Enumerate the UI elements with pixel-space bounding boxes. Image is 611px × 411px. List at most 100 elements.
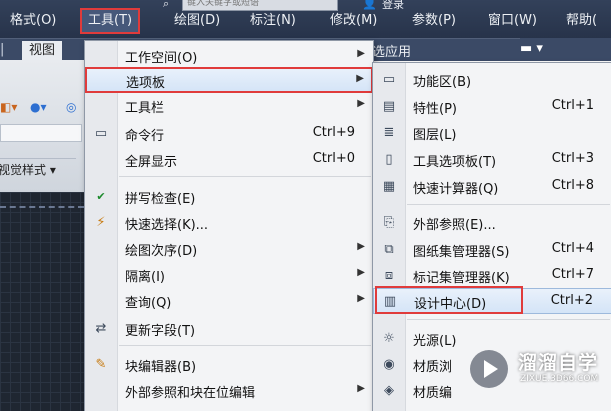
materials-editor-icon: ◈ (384, 383, 394, 398)
ribbon-toggle-icon[interactable]: ▬ ▾ (520, 41, 543, 56)
submenu-arrow-icon: ▶ (357, 241, 365, 252)
menu-item-isolate[interactable]: 隔离(I) ▶ (85, 262, 373, 288)
menu-item-label: 块编辑器(B) (125, 360, 197, 375)
menu-help[interactable]: 帮助( (566, 10, 597, 32)
ribbon-tabs-right: ▬ ▾ (520, 38, 611, 60)
menu-format[interactable]: 格式(O) (10, 10, 56, 32)
orbit-icon[interactable]: ◧▾ (0, 100, 17, 114)
menu-item-label: 选项板 (126, 76, 166, 91)
menu-item-label: 外部参照和块在位编辑 (125, 386, 256, 401)
menu-item-label: 隔离(I) (125, 270, 165, 285)
ribbon-icon: ▭ (382, 72, 396, 87)
ribbon-input-field[interactable] (0, 124, 82, 142)
menu-item-label: 图纸集管理器(S) (413, 245, 510, 260)
update-field-icon: ⇄ (95, 321, 107, 336)
menu-dimension[interactable]: 标注(N) (250, 10, 296, 32)
app-window: ⌕ 键入关键字或短语 👤 登录 格式(O) 工具(T) 绘图(D) 标注(N) … (0, 0, 611, 411)
menu-item-properties[interactable]: ▤ 特性(P) Ctrl+1 (373, 94, 611, 120)
materials-browser-icon: ◉ (383, 357, 395, 372)
submenu-arrow-icon: ▶ (357, 293, 365, 304)
watermark-brand: 溜溜自学 (518, 352, 599, 374)
menu-item-shortcut: Ctrl+3 (551, 151, 594, 166)
properties-icon: ▤ (382, 99, 396, 114)
menu-item-update-fields[interactable]: ⇄ 更新字段(T) (85, 316, 373, 342)
tab-view[interactable]: 视图 (22, 41, 63, 61)
menu-item-label: 材质编 (413, 386, 453, 401)
login-link[interactable]: 登录 (382, 0, 404, 12)
menu-item-tool-palettes[interactable]: ▯ 工具选项板(T) Ctrl+3 (373, 147, 611, 173)
user-icon[interactable]: 👤 (362, 0, 377, 10)
menu-item-shortcut: Ctrl+8 (551, 178, 594, 193)
menu-item-draw-order[interactable]: 绘图次序(D) ▶ (85, 236, 373, 262)
block-editor-icon: ✎ (95, 357, 107, 372)
menu-item-layers[interactable]: ≣ 图层(L) (373, 120, 611, 146)
markup-set-icon: ⧈ (384, 268, 394, 283)
submenu-arrow-icon: ▶ (357, 267, 365, 278)
menu-item-label: 快速计算器(Q) (413, 182, 499, 197)
menu-item-ribbon[interactable]: ▭ 功能区(B) (373, 67, 611, 93)
menu-item-shortcut: Ctrl+7 (551, 267, 594, 282)
submenu-arrow-icon: ▶ (357, 383, 365, 394)
menu-draw[interactable]: 绘图(D) (174, 10, 220, 32)
layers-icon: ≣ (383, 125, 395, 140)
menu-item-inquiry[interactable]: 查询(Q) ▶ (85, 288, 373, 314)
menu-item-clean-screen[interactable]: 全屏显示 Ctrl+0 (85, 147, 373, 173)
tools-menu: 工作空间(O) ▶ 选项板 ▶ 工具栏 ▶ ▭ 命令行 Ctrl+9 全屏显示 … (84, 40, 374, 411)
menu-separator (119, 345, 371, 346)
menu-item-toolbars[interactable]: 工具栏 ▶ (85, 93, 373, 119)
menubar: ⌕ 键入关键字或短语 👤 登录 格式(O) 工具(T) 绘图(D) 标注(N) … (0, 0, 611, 38)
menu-modify[interactable]: 修改(M) (330, 10, 377, 32)
menu-parametric[interactable]: 参数(P) (412, 10, 456, 32)
menu-item-block-editor[interactable]: ✎ 块编辑器(B) (85, 352, 373, 378)
menu-item-label: 命令行 (125, 129, 165, 144)
submenu-arrow-icon: ▶ (356, 73, 364, 84)
menu-item-label: 特性(P) (413, 102, 457, 117)
tab-featured-apps[interactable]: 选应用 (372, 41, 411, 60)
menu-item-shortcut: Ctrl+4 (551, 241, 594, 256)
visual-style-label[interactable]: 视觉样式 ▾ (0, 158, 76, 181)
menu-item-xref-inplace-edit[interactable]: 外部参照和块在位编辑 ▶ (85, 378, 373, 404)
quick-select-icon: ⚡ (96, 215, 106, 230)
command-line-icon: ▭ (94, 126, 108, 141)
calculator-icon: ▦ (382, 179, 396, 194)
menu-item-palettes[interactable]: 选项板 ▶ (85, 67, 373, 93)
menu-item-label: 更新字段(T) (125, 324, 196, 339)
watermark-url: ZIXUE.3D66.COM (520, 374, 599, 384)
menu-item-sheet-set-manager[interactable]: ⧉ 图纸集管理器(S) Ctrl+4 (373, 237, 611, 263)
menu-window[interactable]: 窗口(W) (488, 10, 537, 32)
menu-item-label: 工作空间(O) (125, 51, 198, 66)
submenu-arrow-icon: ▶ (357, 48, 365, 59)
menu-item-shortcut: Ctrl+2 (550, 293, 593, 308)
menu-item-shortcut: Ctrl+9 (312, 125, 355, 140)
canvas-dashed-line (0, 206, 84, 208)
xref-icon: ⎘ (383, 215, 395, 230)
menu-item-spelling[interactable]: ✔ 拼写检查(E) (85, 184, 373, 210)
menu-item-label: 绘图次序(D) (125, 244, 198, 259)
menu-item-label: 功能区(B) (413, 75, 472, 90)
ribbon-tab-edge: | (0, 42, 5, 57)
menu-separator (119, 176, 371, 177)
menu-item-label: 快速选择(K)... (125, 218, 209, 233)
spell-check-icon: ✔ (96, 190, 106, 203)
menu-item-label: 拼写检查(E) (125, 192, 196, 207)
view-tool-icon[interactable]: ◎ (66, 100, 76, 114)
menu-tools[interactable]: 工具(T) (80, 8, 141, 34)
tool-palettes-icon: ▯ (385, 152, 393, 167)
menu-item-label: 材质浏 (413, 360, 453, 375)
menu-separator (407, 319, 610, 320)
menu-item-label: 全屏显示 (125, 155, 178, 170)
menu-item-label: 查询(Q) (125, 296, 172, 311)
menu-item-shortcut: Ctrl+0 (312, 151, 355, 166)
search-icon[interactable]: ⌕ (163, 0, 169, 11)
menu-item-external-references[interactable]: ⎘ 外部参照(E)... (373, 210, 611, 236)
lights-icon: ☼ (383, 331, 395, 346)
menu-item-workspaces[interactable]: 工作空间(O) ▶ (85, 43, 373, 69)
sphere-icon[interactable]: ●▾ (30, 100, 47, 114)
menu-item-label: 外部参照(E)... (413, 218, 496, 233)
drawing-canvas[interactable] (0, 192, 84, 411)
menu-item-quickcalc[interactable]: ▦ 快速计算器(Q) Ctrl+8 (373, 174, 611, 200)
design-center-highlight-box (375, 286, 523, 314)
menu-item-command-line[interactable]: ▭ 命令行 Ctrl+9 (85, 121, 373, 147)
menu-item-quick-select[interactable]: ⚡ 快速选择(K)... (85, 210, 373, 236)
play-logo-icon (470, 350, 508, 388)
